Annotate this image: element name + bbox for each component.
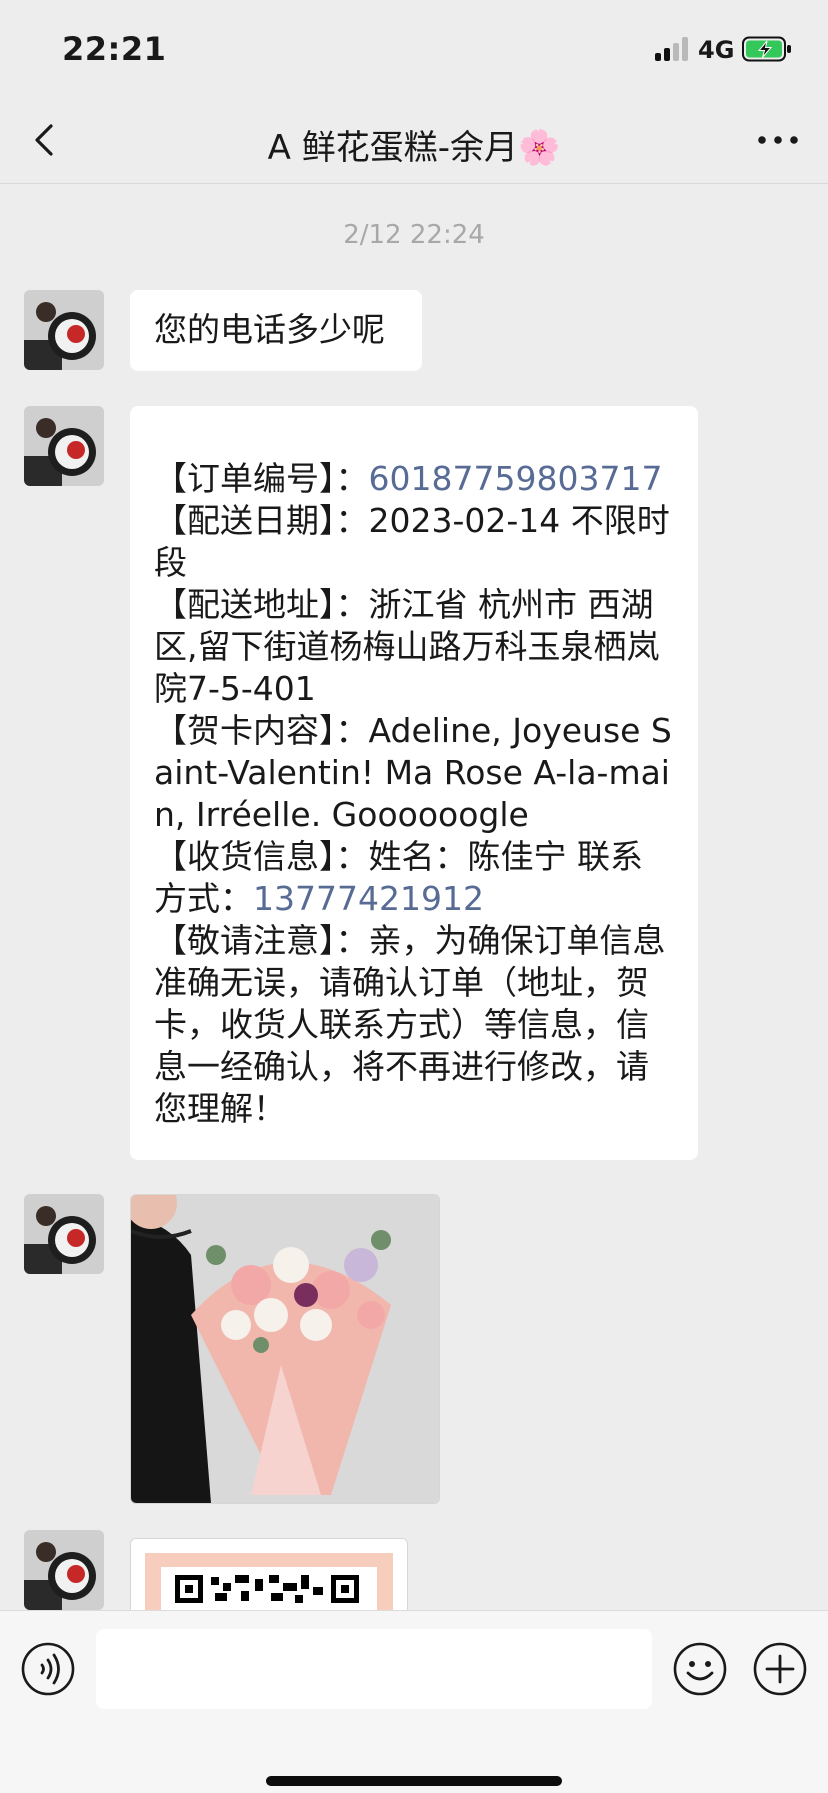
network-label: 4G [698, 36, 735, 64]
receiver-info-label: 【收货信息】： [154, 837, 369, 876]
avatar-image [24, 1530, 104, 1610]
contact-avatar[interactable] [24, 290, 104, 370]
order-number-link[interactable]: 60187759803717 [369, 459, 663, 498]
receiver-name: 陈佳宁 [467, 837, 567, 876]
message-text: 您的电话多少呢 [154, 310, 385, 349]
contact-avatar[interactable] [24, 1530, 104, 1610]
delivery-address-label: 【配送地址】： [154, 585, 369, 624]
emoji-icon[interactable] [672, 1641, 728, 1697]
status-bar: 22:21 4G [0, 0, 828, 100]
voice-icon[interactable] [20, 1641, 76, 1697]
contact-avatar[interactable] [24, 406, 104, 486]
receiver-phone-link[interactable]: 13777421912 [253, 879, 484, 918]
order-message-bubble[interactable]: 【订单编号】：60187759803717 【配送日期】：2023-02-14 … [130, 406, 698, 1160]
nav-bar: A 鲜花蛋糕-余月🌸 [0, 100, 828, 184]
contact-avatar[interactable] [24, 1194, 104, 1274]
home-indicator[interactable] [266, 1776, 562, 1786]
order-number-line: 【订单编号】：60187759803717 [154, 458, 674, 500]
bouquet-photo [131, 1195, 439, 1503]
more-options-button[interactable] [752, 118, 804, 162]
message-input[interactable] [96, 1629, 652, 1709]
avatar-image [24, 1194, 104, 1274]
chat-area[interactable]: 2/12 22:24 您的电话多少呢 【订单编号】：60187759803717… [0, 184, 828, 1610]
qr-code-image-message[interactable] [130, 1538, 408, 1610]
bouquet-image-message[interactable] [130, 1194, 440, 1504]
back-button[interactable] [24, 118, 68, 162]
qr-code-icon [131, 1539, 407, 1610]
receiver-info-line: 【收货信息】：姓名：陈佳宁 联系方式：13777421912 [154, 836, 674, 920]
notice-label: 【敬请注意】： [154, 921, 369, 960]
order-number-label: 【订单编号】： [154, 459, 369, 498]
message-timestamp: 2/12 22:24 [343, 220, 485, 250]
notice-line: 【敬请注意】：亲，为确保订单信息准确无误，请确认订单（地址，贺卡，收货人联系方式… [154, 920, 674, 1130]
signal-icon [655, 37, 689, 61]
chat-title: A 鲜花蛋糕-余月🌸 [267, 128, 561, 168]
delivery-address-line: 【配送地址】：浙江省 杭州市 西湖区,留下街道杨梅山路万科玉泉栖岚院7-5-40… [154, 584, 674, 710]
plus-icon[interactable] [752, 1641, 808, 1697]
delivery-date-line: 【配送日期】：2023-02-14 不限时段 [154, 500, 674, 584]
input-bar [0, 1610, 828, 1793]
avatar-image [24, 290, 104, 370]
battery-icon [742, 36, 791, 62]
status-time: 22:21 [62, 30, 167, 68]
receiver-name-label: 姓名： [368, 837, 468, 876]
message-bubble[interactable]: 您的电话多少呢 [130, 290, 422, 371]
avatar-image [24, 406, 104, 486]
delivery-date-label: 【配送日期】： [154, 501, 369, 540]
card-content-line: 【贺卡内容】：Adeline, Joyeuse Saint-Valentin! … [154, 710, 674, 836]
card-content-label: 【贺卡内容】： [154, 711, 369, 750]
